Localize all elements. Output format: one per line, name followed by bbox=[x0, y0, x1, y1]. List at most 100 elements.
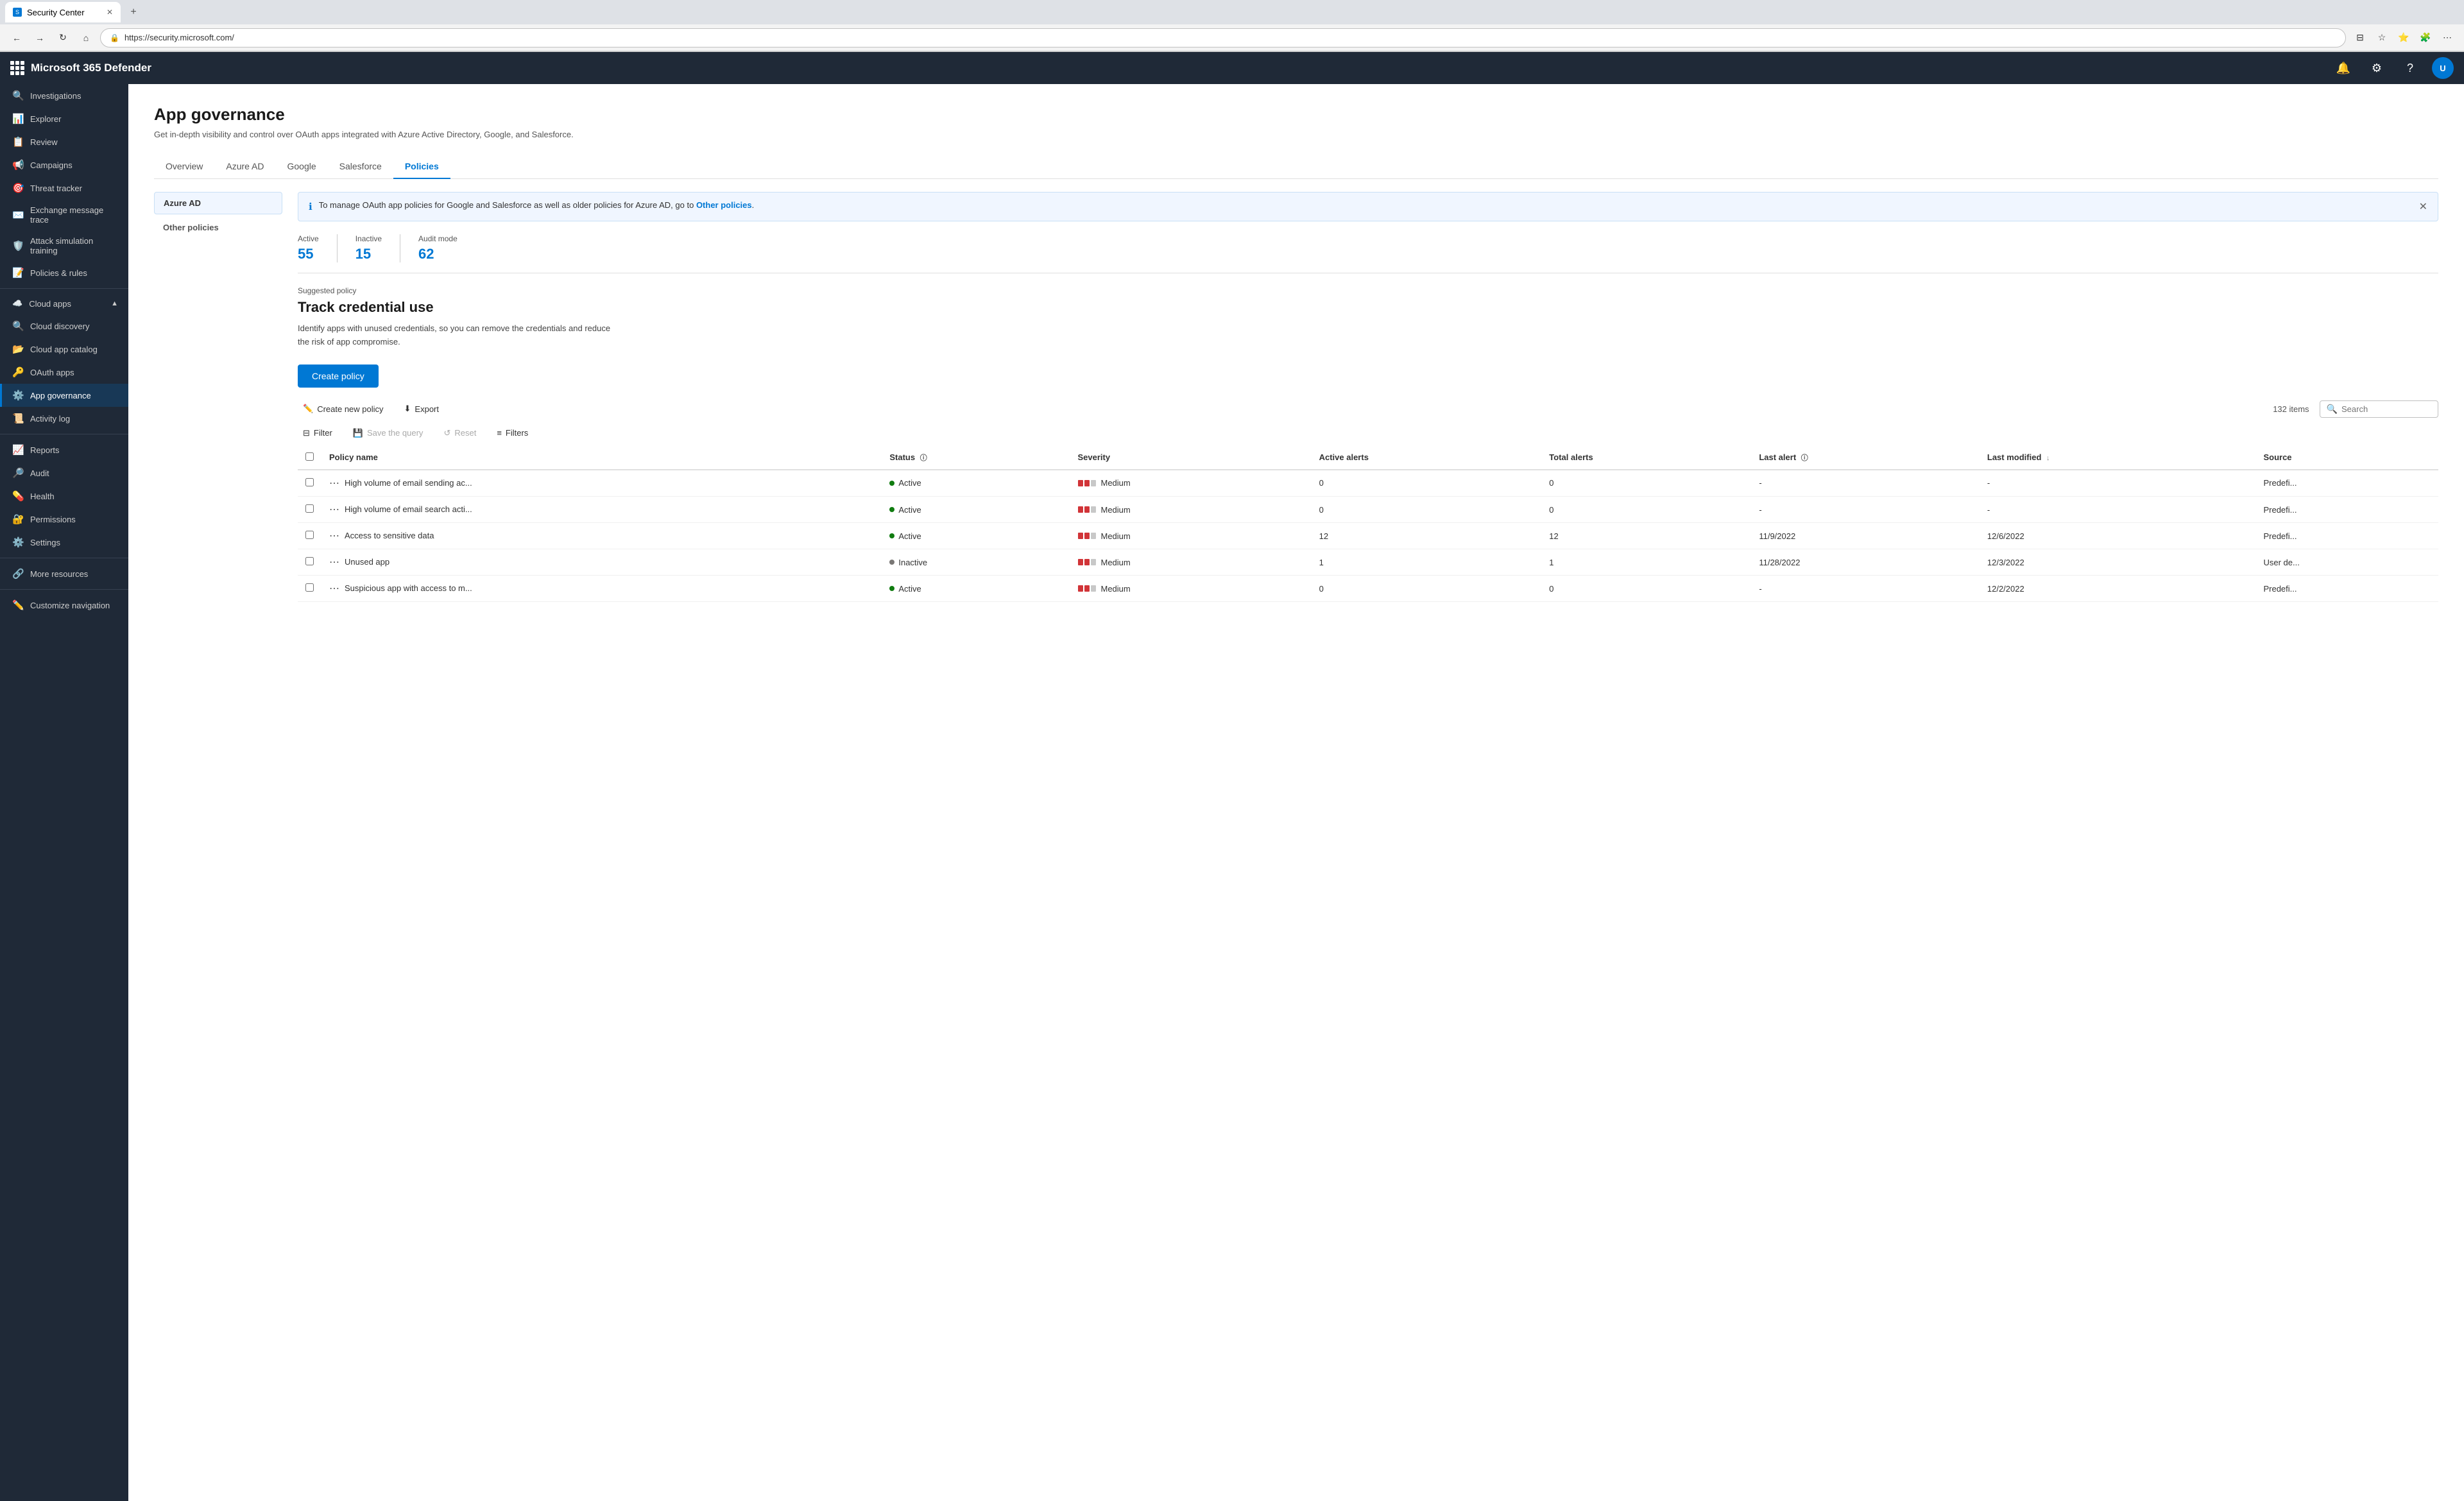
row-severity: Medium bbox=[1070, 576, 1312, 602]
row-status: Active bbox=[882, 523, 1070, 549]
cloud-app-catalog-icon: 📂 bbox=[12, 343, 24, 355]
filters-button[interactable]: ≡ Filters bbox=[492, 425, 533, 440]
sidebar-item-permissions[interactable]: 🔐 Permissions bbox=[0, 508, 128, 531]
sidebar-item-customize[interactable]: ✏️ Customize navigation bbox=[0, 594, 128, 617]
sidebar-item-health[interactable]: 💊 Health bbox=[0, 485, 128, 508]
save-query-button[interactable]: 💾 Save the query bbox=[348, 425, 429, 441]
policy-nav-other-policies[interactable]: Other policies bbox=[154, 217, 282, 238]
row-checkbox-cell[interactable] bbox=[298, 576, 321, 602]
user-avatar[interactable]: U bbox=[2432, 57, 2454, 79]
row-menu-btn[interactable]: ⋯ bbox=[329, 503, 339, 516]
stat-inactive-label: Inactive bbox=[355, 234, 382, 243]
th-last-alert[interactable]: Last alert ⓘ bbox=[1751, 446, 1980, 470]
row-checkbox[interactable] bbox=[305, 478, 314, 486]
reset-button[interactable]: ↺ Reset bbox=[438, 425, 481, 441]
row-checkbox[interactable] bbox=[305, 557, 314, 565]
tab-overview[interactable]: Overview bbox=[154, 155, 214, 179]
sidebar-item-explorer[interactable]: 📊 Explorer bbox=[0, 107, 128, 130]
new-tab-button[interactable]: + bbox=[123, 2, 144, 22]
info-banner-link[interactable]: Other policies bbox=[696, 200, 752, 210]
sidebar-item-app-governance[interactable]: ⚙️ App governance bbox=[0, 384, 128, 407]
row-status: Active bbox=[882, 470, 1070, 497]
row-source: User de... bbox=[2255, 549, 2438, 576]
tab-salesforce[interactable]: Salesforce bbox=[328, 155, 393, 179]
notifications-button[interactable]: 🔔 bbox=[2332, 56, 2355, 80]
filter-button[interactable]: ⊟ Filter bbox=[298, 425, 338, 441]
tab-close-button[interactable]: ✕ bbox=[107, 8, 113, 17]
sidebar-item-investigations[interactable]: 🔍 Investigations bbox=[0, 84, 128, 107]
reading-list-icon[interactable]: ⊟ bbox=[2351, 29, 2369, 47]
sidebar-item-policies[interactable]: 📝 Policies & rules bbox=[0, 261, 128, 284]
row-checkbox[interactable] bbox=[305, 583, 314, 592]
sidebar-item-attack-sim[interactable]: 🛡️ Attack simulation training bbox=[0, 230, 128, 261]
th-policy-name[interactable]: Policy name bbox=[321, 446, 882, 470]
table-header-row: Policy name Status ⓘ Severity bbox=[298, 446, 2438, 470]
severity-bars: Medium bbox=[1078, 558, 1304, 567]
sidebar-item-activity-log[interactable]: 📜 Activity log bbox=[0, 407, 128, 430]
row-menu-btn[interactable]: ⋯ bbox=[329, 529, 339, 542]
sidebar-item-more-resources[interactable]: 🔗 More resources bbox=[0, 562, 128, 585]
row-menu-btn[interactable]: ⋯ bbox=[329, 582, 339, 595]
select-all-checkbox[interactable] bbox=[305, 452, 314, 461]
info-banner-close[interactable]: ✕ bbox=[2419, 200, 2427, 213]
policy-nav-azure-ad[interactable]: Azure AD bbox=[154, 192, 282, 214]
sidebar-item-cloud-app-catalog[interactable]: 📂 Cloud app catalog bbox=[0, 338, 128, 361]
sidebar-item-threat-tracker[interactable]: 🎯 Threat tracker bbox=[0, 176, 128, 200]
info-icon: ℹ bbox=[309, 201, 312, 212]
search-box[interactable]: 🔍 bbox=[2320, 400, 2438, 418]
create-policy-button[interactable]: Create policy bbox=[298, 365, 379, 388]
row-checkbox-cell[interactable] bbox=[298, 470, 321, 497]
search-input[interactable] bbox=[2341, 404, 2431, 414]
browser-tab-active[interactable]: S Security Center ✕ bbox=[5, 2, 121, 22]
sidebar-item-cloud-discovery[interactable]: 🔍 Cloud discovery bbox=[0, 314, 128, 338]
row-checkbox-cell[interactable] bbox=[298, 523, 321, 549]
row-checkbox[interactable] bbox=[305, 504, 314, 513]
sidebar-item-audit[interactable]: 🔎 Audit bbox=[0, 461, 128, 485]
table-row: ⋯ Unused app Inactive Medium 1 1 11/28/2… bbox=[298, 549, 2438, 576]
th-select-all[interactable] bbox=[298, 446, 321, 470]
browser-extensions-icon[interactable]: 🧩 bbox=[2417, 29, 2434, 47]
health-icon: 💊 bbox=[12, 490, 24, 502]
export-button[interactable]: ⬇ Export bbox=[399, 401, 444, 416]
sidebar-item-exchange[interactable]: ✉️ Exchange message trace bbox=[0, 200, 128, 230]
sidebar-item-campaigns[interactable]: 📢 Campaigns bbox=[0, 153, 128, 176]
th-active-alerts[interactable]: Active alerts bbox=[1312, 446, 1542, 470]
row-checkbox[interactable] bbox=[305, 531, 314, 539]
sidebar-label-activity-log: Activity log bbox=[30, 414, 70, 424]
app-name: Microsoft 365 Defender bbox=[31, 62, 151, 74]
tab-policies[interactable]: Policies bbox=[393, 155, 450, 179]
settings-button[interactable]: ⚙ bbox=[2365, 56, 2388, 80]
row-menu-btn[interactable]: ⋯ bbox=[329, 556, 339, 569]
th-total-alerts[interactable]: Total alerts bbox=[1541, 446, 1751, 470]
sidebar-item-oauth-apps[interactable]: 🔑 OAuth apps bbox=[0, 361, 128, 384]
attack-sim-icon: 🛡️ bbox=[12, 240, 24, 252]
forward-button[interactable]: → bbox=[31, 29, 49, 47]
sidebar-item-settings[interactable]: ⚙️ Settings bbox=[0, 531, 128, 554]
sidebar-item-review[interactable]: 📋 Review bbox=[0, 130, 128, 153]
help-button[interactable]: ? bbox=[2399, 56, 2422, 80]
th-status[interactable]: Status ⓘ bbox=[882, 446, 1070, 470]
suggested-desc: Identify apps with unused credentials, s… bbox=[298, 322, 2438, 349]
reports-icon: 📈 bbox=[12, 444, 24, 456]
back-button[interactable]: ← bbox=[8, 29, 26, 47]
browser-menu-icon[interactable]: ⋯ bbox=[2438, 29, 2456, 47]
lock-icon: 🔒 bbox=[110, 33, 119, 42]
address-bar[interactable]: 🔒 https://security.microsoft.com/ bbox=[100, 28, 2346, 47]
row-menu-btn[interactable]: ⋯ bbox=[329, 477, 339, 490]
sidebar-item-reports[interactable]: 📈 Reports bbox=[0, 438, 128, 461]
row-checkbox-cell[interactable] bbox=[298, 497, 321, 523]
th-severity[interactable]: Severity bbox=[1070, 446, 1312, 470]
create-new-policy-button[interactable]: ✏️ Create new policy bbox=[298, 401, 389, 416]
stat-audit-mode: Audit mode 62 bbox=[418, 234, 475, 262]
refresh-button[interactable]: ↻ bbox=[54, 29, 72, 47]
tab-google[interactable]: Google bbox=[276, 155, 328, 179]
th-last-modified[interactable]: Last modified ↓ bbox=[1980, 446, 2256, 470]
collections-icon[interactable]: ⭐ bbox=[2395, 29, 2413, 47]
tab-azure-ad[interactable]: Azure AD bbox=[214, 155, 275, 179]
settings-icon: ⚙️ bbox=[12, 536, 24, 548]
home-button[interactable]: ⌂ bbox=[77, 29, 95, 47]
favorites-icon[interactable]: ☆ bbox=[2373, 29, 2391, 47]
th-source[interactable]: Source bbox=[2255, 446, 2438, 470]
cloud-apps-section-header[interactable]: ☁️ Cloud apps ▲ bbox=[0, 293, 128, 314]
row-checkbox-cell[interactable] bbox=[298, 549, 321, 576]
